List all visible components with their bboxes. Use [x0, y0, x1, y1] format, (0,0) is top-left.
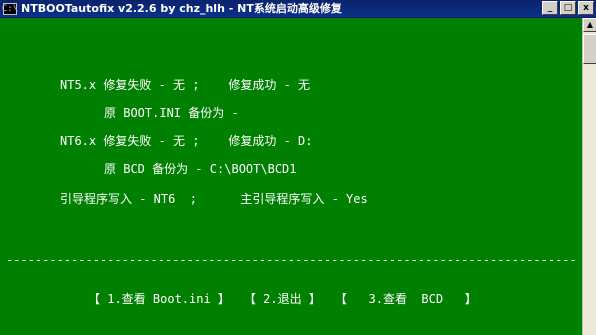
bootloader-write-status: 引导程序写入 - NT6 ; 主引导程序写入 - Yes	[60, 192, 368, 206]
view-bootini-option[interactable]: 【 1.查看 Boot.ini 】	[88, 292, 230, 306]
nt5-repair-status: NT5.x 修复失败 - 无 ; 修复成功 - 无	[60, 78, 311, 92]
bootini-backup-line: 原 BOOT.INI 备份为 -	[104, 106, 239, 120]
window-title: NTBOOTautofix v2.2.6 by chz_hlh - NT系统启动…	[21, 1, 342, 15]
separator-line: ----------------------------------------…	[6, 253, 576, 267]
exit-option[interactable]: 【 2.退出 】	[244, 292, 321, 306]
nt6-repair-status: NT6.x 修复失败 - 无 ; 修复成功 - D:	[60, 134, 313, 148]
bcd-backup-line: 原 BCD 备份为 - C:\BOOT\BCD1	[104, 162, 297, 176]
maximize-button[interactable]: □	[560, 1, 576, 15]
scroll-up-icon[interactable]: ▲	[583, 18, 596, 32]
scroll-thumb[interactable]	[583, 34, 596, 64]
title-bar[interactable]: C:\ NTBOOTautofix v2.2.6 by chz_hlh - NT…	[0, 0, 596, 18]
console-output: NT5.x 修复失败 - 无 ; 修复成功 - 无 原 BOOT.INI 备份为…	[0, 18, 582, 335]
action-menu: 【 1.查看 Boot.ini 】 【 2.退出 】 【 3.查看 BCD 】	[88, 292, 518, 306]
console-window: C:\ NTBOOTautofix v2.2.6 by chz_hlh - NT…	[0, 0, 596, 335]
minimize-button[interactable]: _	[542, 1, 558, 15]
console-window-icon[interactable]: C:\	[2, 2, 18, 15]
view-bcd-option[interactable]: 【 3.查看 BCD 】	[335, 292, 477, 306]
vertical-scrollbar[interactable]: ▲	[582, 18, 596, 335]
close-button[interactable]: x	[578, 1, 594, 15]
window-controls: _ □ x	[542, 1, 594, 15]
